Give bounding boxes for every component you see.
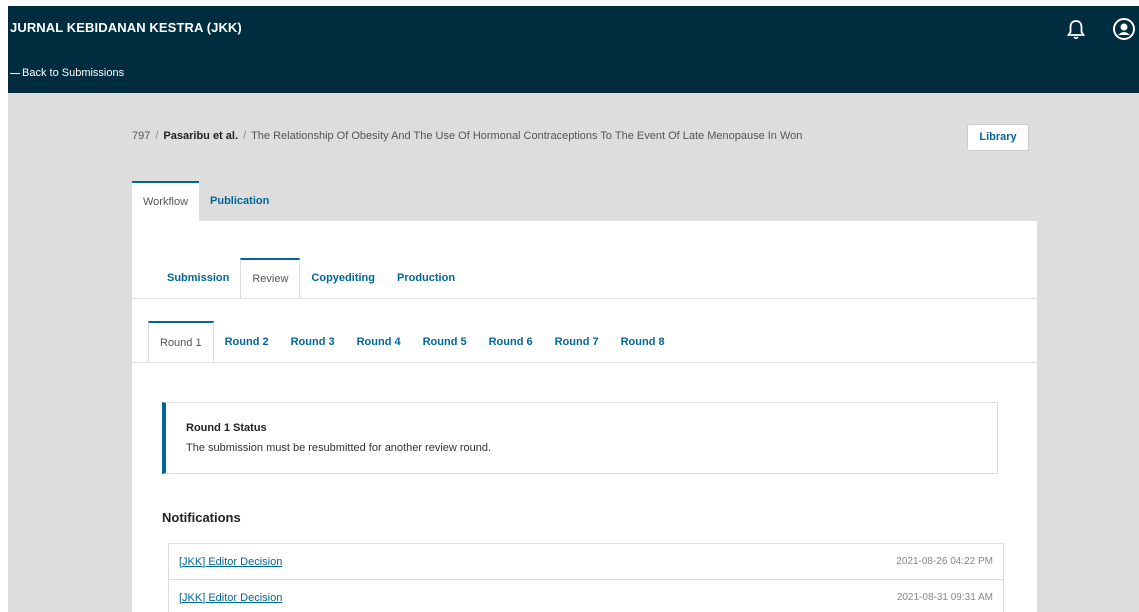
dash-icon xyxy=(10,72,20,74)
tab-submission[interactable]: Submission xyxy=(156,258,240,299)
list-item: [JKK] Editor Decision 2021-08-26 04:22 P… xyxy=(168,543,1004,579)
tab-production[interactable]: Production xyxy=(386,258,466,299)
breadcrumb: 797/Pasaribu et al. / The Relationship Of … xyxy=(132,130,803,142)
submission-id: 797 xyxy=(132,130,151,142)
main-content: 797/Pasaribu et al. / The Relationship Of … xyxy=(8,93,1139,612)
back-to-submissions-link[interactable]: Back to Submissions xyxy=(10,67,124,79)
submission-title: The Relationship Of Obesity And The Use … xyxy=(251,130,803,142)
notifications-list: [JKK] Editor Decision 2021-08-26 04:22 P… xyxy=(168,543,1004,612)
library-button[interactable]: Library xyxy=(967,124,1029,151)
review-round-area: Round 1 Round 2 Round 3 Round 4 Round 5 … xyxy=(132,299,1037,612)
list-item: [JKK] Editor Decision 2021-08-31 09:31 A… xyxy=(168,579,1004,612)
notification-link[interactable]: [JKK] Editor Decision xyxy=(179,592,282,604)
tab-round-4[interactable]: Round 4 xyxy=(346,321,412,363)
tab-round-5[interactable]: Round 5 xyxy=(412,321,478,363)
tab-workflow[interactable]: Workflow xyxy=(132,181,200,221)
stage-tabs-area: Submission Review Copyediting Production xyxy=(132,221,1037,299)
stage-tabs: Submission Review Copyediting Production xyxy=(156,258,466,299)
workflow-tabs: Workflow Publication xyxy=(132,181,280,221)
notifications-heading: Notifications xyxy=(162,510,241,525)
notification-link[interactable]: [JKK] Editor Decision xyxy=(179,556,282,568)
tab-round-3[interactable]: Round 3 xyxy=(280,321,346,363)
tab-round-8[interactable]: Round 8 xyxy=(610,321,676,363)
tab-round-2[interactable]: Round 2 xyxy=(214,321,280,363)
tab-round-1[interactable]: Round 1 xyxy=(148,321,214,363)
round-tabs: Round 1 Round 2 Round 3 Round 4 Round 5 … xyxy=(148,321,676,363)
divider xyxy=(132,362,1037,363)
tab-review[interactable]: Review xyxy=(240,258,301,299)
tab-round-7[interactable]: Round 7 xyxy=(544,321,610,363)
back-link-label: Back to Submissions xyxy=(22,67,125,79)
tab-publication[interactable]: Publication xyxy=(199,181,280,221)
user-account-icon[interactable] xyxy=(1112,17,1136,41)
workflow-panel: Submission Review Copyediting Production… xyxy=(132,221,1037,612)
round-status-title: Round 1 Status xyxy=(186,422,267,434)
tab-copyediting[interactable]: Copyediting xyxy=(300,258,386,299)
round-status-box: Round 1 Status The submission must be re… xyxy=(162,402,998,474)
bell-icon[interactable] xyxy=(1066,18,1086,42)
notification-date: 2021-08-26 04:22 PM xyxy=(896,556,993,567)
notification-date: 2021-08-31 09:31 AM xyxy=(896,592,993,603)
journal-title[interactable]: JURNAL KEBIDANAN KESTRA (JKK) xyxy=(10,20,242,35)
round-status-text: The submission must be resubmitted for a… xyxy=(186,442,492,454)
app-header: JURNAL KEBIDANAN KESTRA (JKK) Back to Su… xyxy=(8,6,1139,93)
submission-authors: Pasaribu et al. xyxy=(163,130,239,142)
tab-round-6[interactable]: Round 6 xyxy=(478,321,544,363)
